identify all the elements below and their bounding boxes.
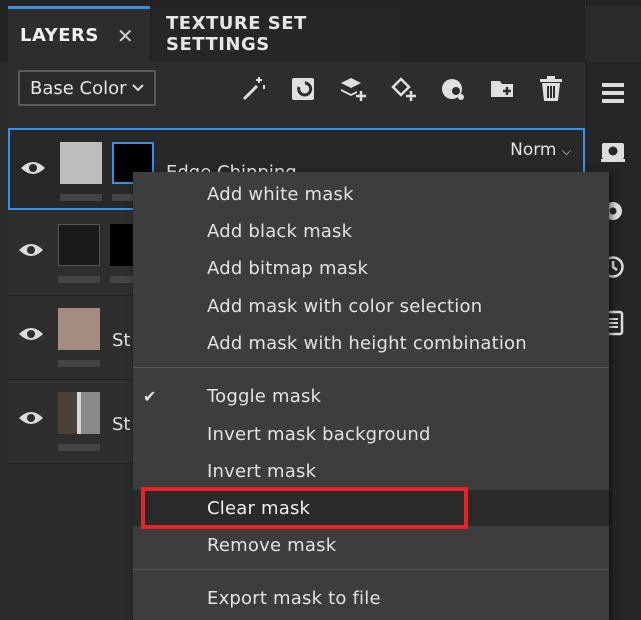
layer-thumbnail-bar (58, 360, 100, 367)
delete-icon[interactable] (536, 74, 566, 104)
add-folder-icon[interactable] (488, 74, 518, 104)
add-layer-icon[interactable] (338, 74, 368, 104)
tab-texture-set-settings[interactable]: TEXTURE SET SETTINGS (152, 6, 400, 62)
menu-item-add-mask-height-combination[interactable]: Add mask with height combination (133, 325, 609, 361)
menu-item-add-mask-color-selection[interactable]: Add mask with color selection (133, 288, 609, 324)
menu-separator (133, 569, 609, 570)
tab-texture-set-settings-label: TEXTURE SET SETTINGS (166, 13, 307, 55)
menu-item-invert-mask[interactable]: Invert mask (133, 453, 609, 489)
layer-thumbnail[interactable] (58, 392, 100, 434)
eye-icon[interactable] (18, 324, 44, 344)
menu-item-toggle-mask-label: Toggle mask (207, 385, 322, 407)
effect-icon[interactable] (438, 74, 468, 104)
layer-thumbnail[interactable] (58, 308, 100, 350)
menu-item-invert-mask-background[interactable]: Invert mask background (133, 416, 609, 452)
layer-name: St (112, 414, 131, 435)
fill-layer-icon[interactable] (288, 74, 318, 104)
add-fill-icon[interactable] (388, 74, 418, 104)
eye-icon[interactable] (18, 408, 44, 428)
menu-item-toggle-mask[interactable]: ✔ Toggle mask (133, 378, 609, 414)
eye-icon[interactable] (20, 158, 46, 178)
layer-thumbnail[interactable] (60, 142, 102, 184)
layers-list-icon[interactable] (596, 76, 630, 110)
menu-item-add-white-mask[interactable]: Add white mask (133, 176, 609, 212)
menu-item-remove-mask[interactable]: Remove mask (133, 527, 609, 563)
channel-select[interactable]: Base Color (18, 70, 156, 106)
layer-name: St (112, 330, 131, 351)
camera-icon[interactable] (596, 134, 630, 168)
mask-context-menu: Add white mask Add black mask Add bitmap… (133, 172, 609, 620)
tab-layers[interactable]: LAYERS ✕ (8, 6, 150, 62)
chevron-down-icon (132, 84, 144, 92)
highlight-annotation (141, 487, 468, 529)
layer-thumbnail-bar (58, 276, 100, 283)
layer-thumbnail-bar (60, 194, 102, 201)
check-icon: ✔ (143, 386, 157, 406)
blend-mode-select[interactable]: Norm ⌵ (510, 140, 571, 160)
close-icon[interactable]: ✕ (117, 24, 134, 48)
side-toolbar-header (586, 6, 641, 62)
menu-separator (133, 367, 609, 368)
menu-item-add-black-mask[interactable]: Add black mask (133, 213, 609, 249)
eye-icon[interactable] (18, 240, 44, 260)
chevron-down-icon: ⌵ (561, 144, 571, 158)
channel-select-value: Base Color (30, 77, 127, 99)
layer-thumbnail-bar (58, 444, 100, 451)
layer-thumbnail[interactable] (58, 224, 100, 266)
tab-layers-label: LAYERS (20, 25, 99, 46)
magic-wand-icon[interactable] (238, 74, 268, 104)
menu-item-add-bitmap-mask[interactable]: Add bitmap mask (133, 250, 609, 286)
blend-mode-value: Norm (510, 140, 557, 160)
menu-item-export-mask[interactable]: Export mask to file (133, 580, 609, 616)
